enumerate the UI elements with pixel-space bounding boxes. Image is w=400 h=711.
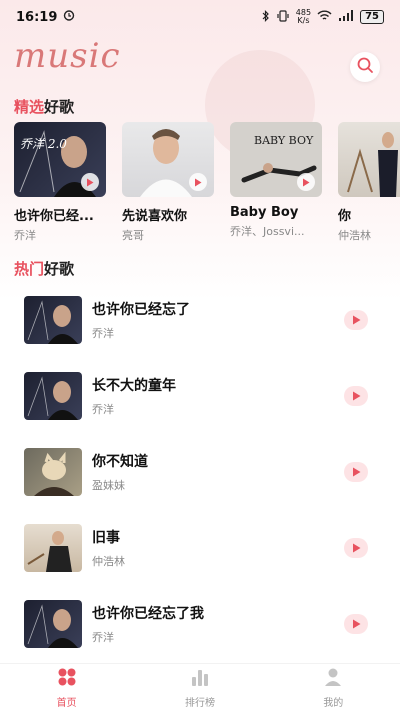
hot-song-list: 也许你已经忘了 乔洋 长不大的童年 乔洋 你不知道 盈妹妹 旧事 仲浩林 也许你… bbox=[0, 282, 400, 662]
tab-label: 我的 bbox=[323, 697, 344, 709]
hot-title-accent: 热门 bbox=[14, 260, 45, 278]
play-button[interactable] bbox=[344, 310, 368, 330]
song-title: Baby Boy bbox=[230, 205, 299, 220]
play-button[interactable] bbox=[344, 386, 368, 406]
song-row[interactable]: 你不知道 盈妹妹 bbox=[0, 434, 400, 510]
status-time: 16:19 bbox=[16, 9, 58, 25]
network-speed-unit: K/s bbox=[297, 16, 310, 25]
cover-text: 乔洋 2.0 bbox=[20, 137, 67, 151]
song-row[interactable]: 旧事 仲浩林 bbox=[0, 510, 400, 586]
album-cover bbox=[24, 524, 82, 572]
album-cover bbox=[24, 296, 82, 344]
song-title: 也许你已经... bbox=[14, 209, 94, 224]
artist-name: 仲浩林 bbox=[338, 229, 371, 242]
featured-carousel[interactable]: 乔洋 2.0 也许你已经... 乔洋 先说喜欢你 亮哥 BABY BOY Bab… bbox=[14, 122, 400, 242]
bluetooth-icon bbox=[262, 9, 270, 25]
home-grid-icon bbox=[57, 667, 77, 691]
status-right: 485 K/s 75 bbox=[262, 9, 384, 25]
chart-bars-icon bbox=[190, 667, 210, 691]
album-cover: BABY BOY bbox=[230, 122, 322, 197]
artist-name: 亮哥 bbox=[122, 229, 144, 242]
album-cover: 乔洋 2.0 bbox=[14, 122, 106, 197]
play-button[interactable] bbox=[189, 173, 207, 191]
tab-ranking[interactable]: 排行榜 bbox=[160, 667, 240, 709]
song-title: 你 bbox=[338, 209, 352, 224]
app-header: music bbox=[0, 34, 400, 160]
battery-indicator: 75 bbox=[360, 10, 384, 24]
status-left: 16:19 bbox=[16, 9, 75, 25]
tab-profile[interactable]: 我的 bbox=[293, 667, 373, 709]
profile-icon bbox=[323, 667, 343, 691]
album-cover bbox=[24, 372, 82, 420]
tab-label: 首页 bbox=[56, 697, 77, 709]
status-bar: 16:19 485 K/s 75 bbox=[0, 0, 400, 34]
signal-icon bbox=[338, 10, 354, 24]
vibrate-icon bbox=[276, 9, 290, 25]
search-button[interactable] bbox=[350, 52, 380, 82]
album-cover bbox=[338, 122, 400, 197]
album-cover bbox=[122, 122, 214, 197]
artist-name: 乔洋、Jossvi... bbox=[230, 225, 305, 238]
cover-text: BABY BOY bbox=[254, 134, 314, 147]
artist-name: 乔洋 bbox=[14, 229, 36, 242]
featured-card[interactable]: BABY BOY Baby Boy 乔洋、Jossvi... bbox=[230, 122, 322, 242]
song-title: 先说喜欢你 bbox=[122, 209, 188, 224]
hot-title-rest: 好歌 bbox=[44, 260, 75, 278]
play-button[interactable] bbox=[81, 173, 99, 191]
album-cover bbox=[24, 448, 82, 496]
network-speed: 485 K/s bbox=[296, 9, 311, 25]
album-cover bbox=[24, 600, 82, 648]
featured-card[interactable]: 乔洋 2.0 也许你已经... 乔洋 bbox=[14, 122, 106, 242]
play-button[interactable] bbox=[297, 173, 315, 191]
bottom-tab-bar: 首页 排行榜 我的 bbox=[0, 663, 400, 711]
song-row[interactable]: 也许你已经忘了 乔洋 bbox=[0, 282, 400, 358]
search-icon bbox=[356, 56, 374, 78]
featured-card[interactable]: 先说喜欢你 亮哥 bbox=[122, 122, 214, 242]
featured-card[interactable]: 你 仲浩林 bbox=[338, 122, 400, 242]
play-button[interactable] bbox=[344, 538, 368, 558]
alarm-icon bbox=[63, 9, 75, 25]
app-logo: music bbox=[14, 36, 121, 76]
tab-home[interactable]: 首页 bbox=[27, 667, 107, 709]
play-button[interactable] bbox=[344, 462, 368, 482]
song-row[interactable]: 也许你已经忘了我 乔洋 bbox=[0, 586, 400, 662]
featured-title-rest: 好歌 bbox=[44, 98, 75, 116]
hot-section-title: 热门好歌 bbox=[14, 258, 74, 279]
wifi-icon bbox=[317, 10, 332, 24]
play-button[interactable] bbox=[344, 614, 368, 634]
tab-label: 排行榜 bbox=[184, 697, 215, 709]
featured-title-accent: 精选 bbox=[14, 98, 45, 116]
featured-section-title: 精选好歌 bbox=[14, 96, 74, 117]
song-row[interactable]: 长不大的童年 乔洋 bbox=[0, 358, 400, 434]
